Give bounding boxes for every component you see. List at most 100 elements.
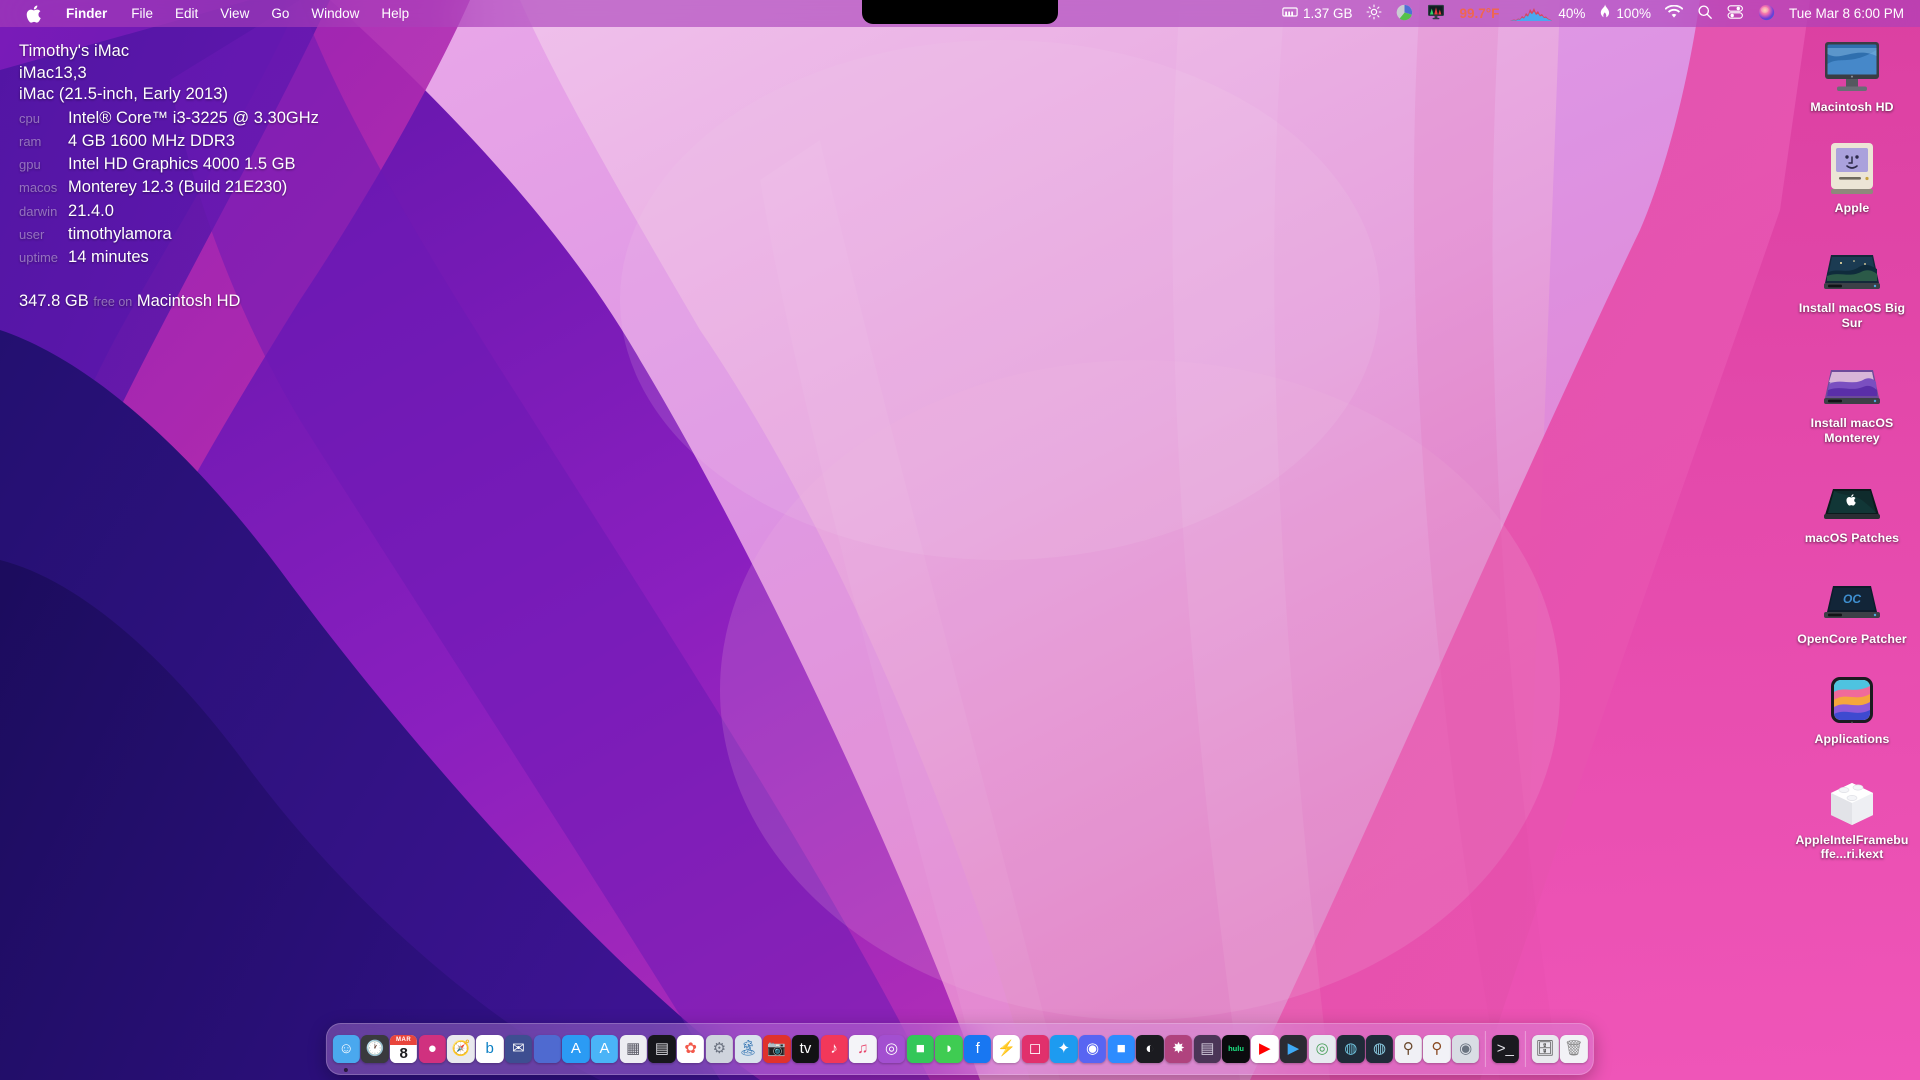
display-status-item[interactable] bbox=[1420, 0, 1452, 27]
clock-text: Tue Mar 8 6:00 PM bbox=[1788, 5, 1904, 21]
dock-item-system-prefs[interactable]: ⚙ bbox=[705, 1026, 734, 1072]
display-monitor-icon bbox=[1427, 4, 1445, 23]
dock-item-mission-control[interactable]: ▤ bbox=[648, 1026, 677, 1072]
desktop-icon-macos-patches[interactable]: macOS Patches bbox=[1793, 465, 1911, 546]
dock-item-hulu[interactable]: hulu bbox=[1222, 1026, 1251, 1072]
dock-item-calendar[interactable]: 8 MAR bbox=[389, 1026, 418, 1072]
dock-item-twitter[interactable]: ✦ bbox=[1049, 1026, 1078, 1072]
desktop-icon-macintosh-hd[interactable]: Macintosh HD bbox=[1793, 34, 1911, 115]
twitter-icon: ✦ bbox=[1050, 1035, 1078, 1063]
kext-utility-glyph: ⚲ bbox=[1402, 1040, 1414, 1058]
system-prefs-icon: ⚙ bbox=[705, 1035, 734, 1063]
dock-item-cleaner-one[interactable]: ◍ bbox=[1336, 1026, 1365, 1072]
itunes-icon: ♫ bbox=[849, 1035, 877, 1063]
dock-item-mail[interactable]: ✉ bbox=[504, 1026, 533, 1072]
menu-item-file[interactable]: File bbox=[120, 0, 164, 27]
mail-glyph: ✉ bbox=[512, 1040, 525, 1058]
spotlight-status-item[interactable] bbox=[1690, 0, 1720, 27]
dock-item-app-store-alt[interactable]: A bbox=[590, 1026, 619, 1072]
memory-status-item[interactable]: 1.37 GB bbox=[1275, 0, 1360, 27]
dock-recent-section: >_ bbox=[1491, 1026, 1520, 1072]
fan-status-item[interactable]: 100% bbox=[1592, 0, 1658, 27]
dock-item-app-store[interactable]: A bbox=[562, 1026, 591, 1072]
dock-item-hackintosh-tool[interactable]: ⚲ bbox=[1423, 1026, 1452, 1072]
dock-item-preview[interactable]: 🏝 bbox=[734, 1026, 763, 1072]
dock-item-podcasts[interactable]: ◎ bbox=[877, 1026, 906, 1072]
label-user: user bbox=[19, 226, 45, 242]
control-center-status-item[interactable] bbox=[1720, 0, 1751, 27]
onyx-icon: ◎ bbox=[1308, 1035, 1336, 1063]
dock-item-photos[interactable]: ✿ bbox=[676, 1026, 705, 1072]
dock-item-youtube[interactable]: ▶ bbox=[1250, 1026, 1279, 1072]
desktop-icon-install-monterey[interactable]: Install macOS Monterey bbox=[1793, 350, 1911, 445]
downloads-stack-icon: 🗄 bbox=[1531, 1035, 1559, 1063]
dock-item-trash[interactable]: 🗑 bbox=[1559, 1026, 1588, 1072]
dock-item-hackintool[interactable]: ✸ bbox=[1164, 1026, 1193, 1072]
cpu-usage-value: 40% bbox=[1558, 5, 1586, 21]
dock-item-safari[interactable]: 🧭 bbox=[447, 1026, 476, 1072]
dock-item-github[interactable]: ◐ bbox=[1136, 1026, 1165, 1072]
system-info-row-cpu: cpu Intel® Core™ i3-3225 @ 3.30GHz bbox=[19, 107, 319, 130]
wifi-status-item[interactable] bbox=[1658, 0, 1690, 27]
dock-item-itunes[interactable]: ♫ bbox=[849, 1026, 878, 1072]
dock-item-iina[interactable]: ▶ bbox=[1279, 1026, 1308, 1072]
discord-glyph: ◉ bbox=[1085, 1040, 1100, 1058]
dock-item-messages[interactable]: ◗ bbox=[935, 1026, 964, 1072]
desktop-icon-opencore-patcher[interactable]: OC OpenCore Patcher bbox=[1793, 566, 1911, 647]
brightness-status-item[interactable] bbox=[1359, 0, 1389, 27]
dock-item-bing[interactable]: b bbox=[475, 1026, 504, 1072]
dock-item-terminal[interactable]: >_ bbox=[1491, 1026, 1520, 1072]
dock-item-apple-music-app[interactable] bbox=[533, 1026, 562, 1072]
dock-item-onyx[interactable]: ◎ bbox=[1308, 1026, 1337, 1072]
dock-item-siri[interactable]: ● bbox=[418, 1026, 447, 1072]
dock-item-finder[interactable]: ☺ bbox=[332, 1026, 361, 1072]
preview-glyph: 🏝 bbox=[738, 1040, 758, 1058]
dock-item-downloads-stack[interactable]: 🗄 bbox=[1531, 1026, 1560, 1072]
menu-item-edit[interactable]: Edit bbox=[164, 0, 209, 27]
apple-tv-icon: tv bbox=[791, 1035, 820, 1063]
trash-icon: 🗑 bbox=[1560, 1035, 1588, 1063]
dock-item-clock[interactable]: 🕐 bbox=[361, 1026, 390, 1072]
siri-glyph: ● bbox=[427, 1040, 437, 1058]
model-identifier: iMac13,3 bbox=[19, 63, 87, 82]
cpu-history-status-item[interactable] bbox=[1506, 0, 1556, 27]
facebook-glyph: f bbox=[975, 1040, 980, 1058]
memory-value: 1.37 GB bbox=[1302, 5, 1353, 21]
dock-item-launchpad[interactable]: ▦ bbox=[619, 1026, 648, 1072]
cpu-usage-status-item[interactable]: 40% bbox=[1556, 0, 1592, 27]
facetime-glyph: ■ bbox=[915, 1040, 925, 1058]
finder-icon: ☺ bbox=[332, 1035, 360, 1063]
menu-item-help[interactable]: Help bbox=[370, 0, 420, 27]
dock-item-disk-tool[interactable]: ◍ bbox=[1365, 1026, 1394, 1072]
menu-item-go[interactable]: Go bbox=[260, 0, 300, 27]
dock-item-messenger[interactable]: ⚡ bbox=[992, 1026, 1021, 1072]
dock-item-zoom[interactable]: ■ bbox=[1107, 1026, 1136, 1072]
dock-item-system-info[interactable]: ◉ bbox=[1451, 1026, 1480, 1072]
menu-item-window[interactable]: Window bbox=[300, 0, 370, 27]
dock-item-instagram[interactable]: ◻ bbox=[1021, 1026, 1050, 1072]
dock-item-terminal-tool[interactable]: ▤ bbox=[1193, 1026, 1222, 1072]
temperature-status-item[interactable]: 99.7°F bbox=[1452, 0, 1506, 27]
disk-free-label: free on bbox=[93, 294, 133, 309]
apple-menu[interactable] bbox=[14, 0, 57, 27]
memory-chip-icon bbox=[1282, 5, 1298, 22]
dock-item-discord[interactable]: ◉ bbox=[1078, 1026, 1107, 1072]
desktop-icon-applications[interactable]: Applications bbox=[1793, 666, 1911, 747]
dock-item-apple-tv[interactable]: tv bbox=[791, 1026, 820, 1072]
menu-item-view[interactable]: View bbox=[209, 0, 260, 27]
desktop-icon-applefram-kext[interactable]: AppleIntelFramebuffe...ri.kext bbox=[1793, 767, 1911, 862]
disk-usage-status-item[interactable] bbox=[1389, 0, 1420, 27]
desktop-icon-apple[interactable]: Apple bbox=[1793, 135, 1911, 216]
menu-item-finder[interactable]: Finder bbox=[57, 0, 120, 27]
mission-control-icon: ▤ bbox=[648, 1035, 676, 1063]
zoom-icon: ■ bbox=[1107, 1035, 1135, 1063]
siri-status-item[interactable] bbox=[1751, 0, 1782, 27]
dock-item-facebook[interactable]: f bbox=[963, 1026, 992, 1072]
desktop-icon-install-big-sur[interactable]: Install macOS Big Sur bbox=[1793, 235, 1911, 330]
dock-item-facetime[interactable]: ■ bbox=[906, 1026, 935, 1072]
dock-item-music[interactable]: ♪ bbox=[820, 1026, 849, 1072]
menu-bar-clock[interactable]: Tue Mar 8 6:00 PM bbox=[1782, 0, 1906, 27]
disk-free-line: 347.8 GB free on Macintosh HD bbox=[19, 292, 319, 311]
dock-item-kext-utility[interactable]: ⚲ bbox=[1394, 1026, 1423, 1072]
dock-item-photo-booth[interactable]: 📷 bbox=[762, 1026, 791, 1072]
